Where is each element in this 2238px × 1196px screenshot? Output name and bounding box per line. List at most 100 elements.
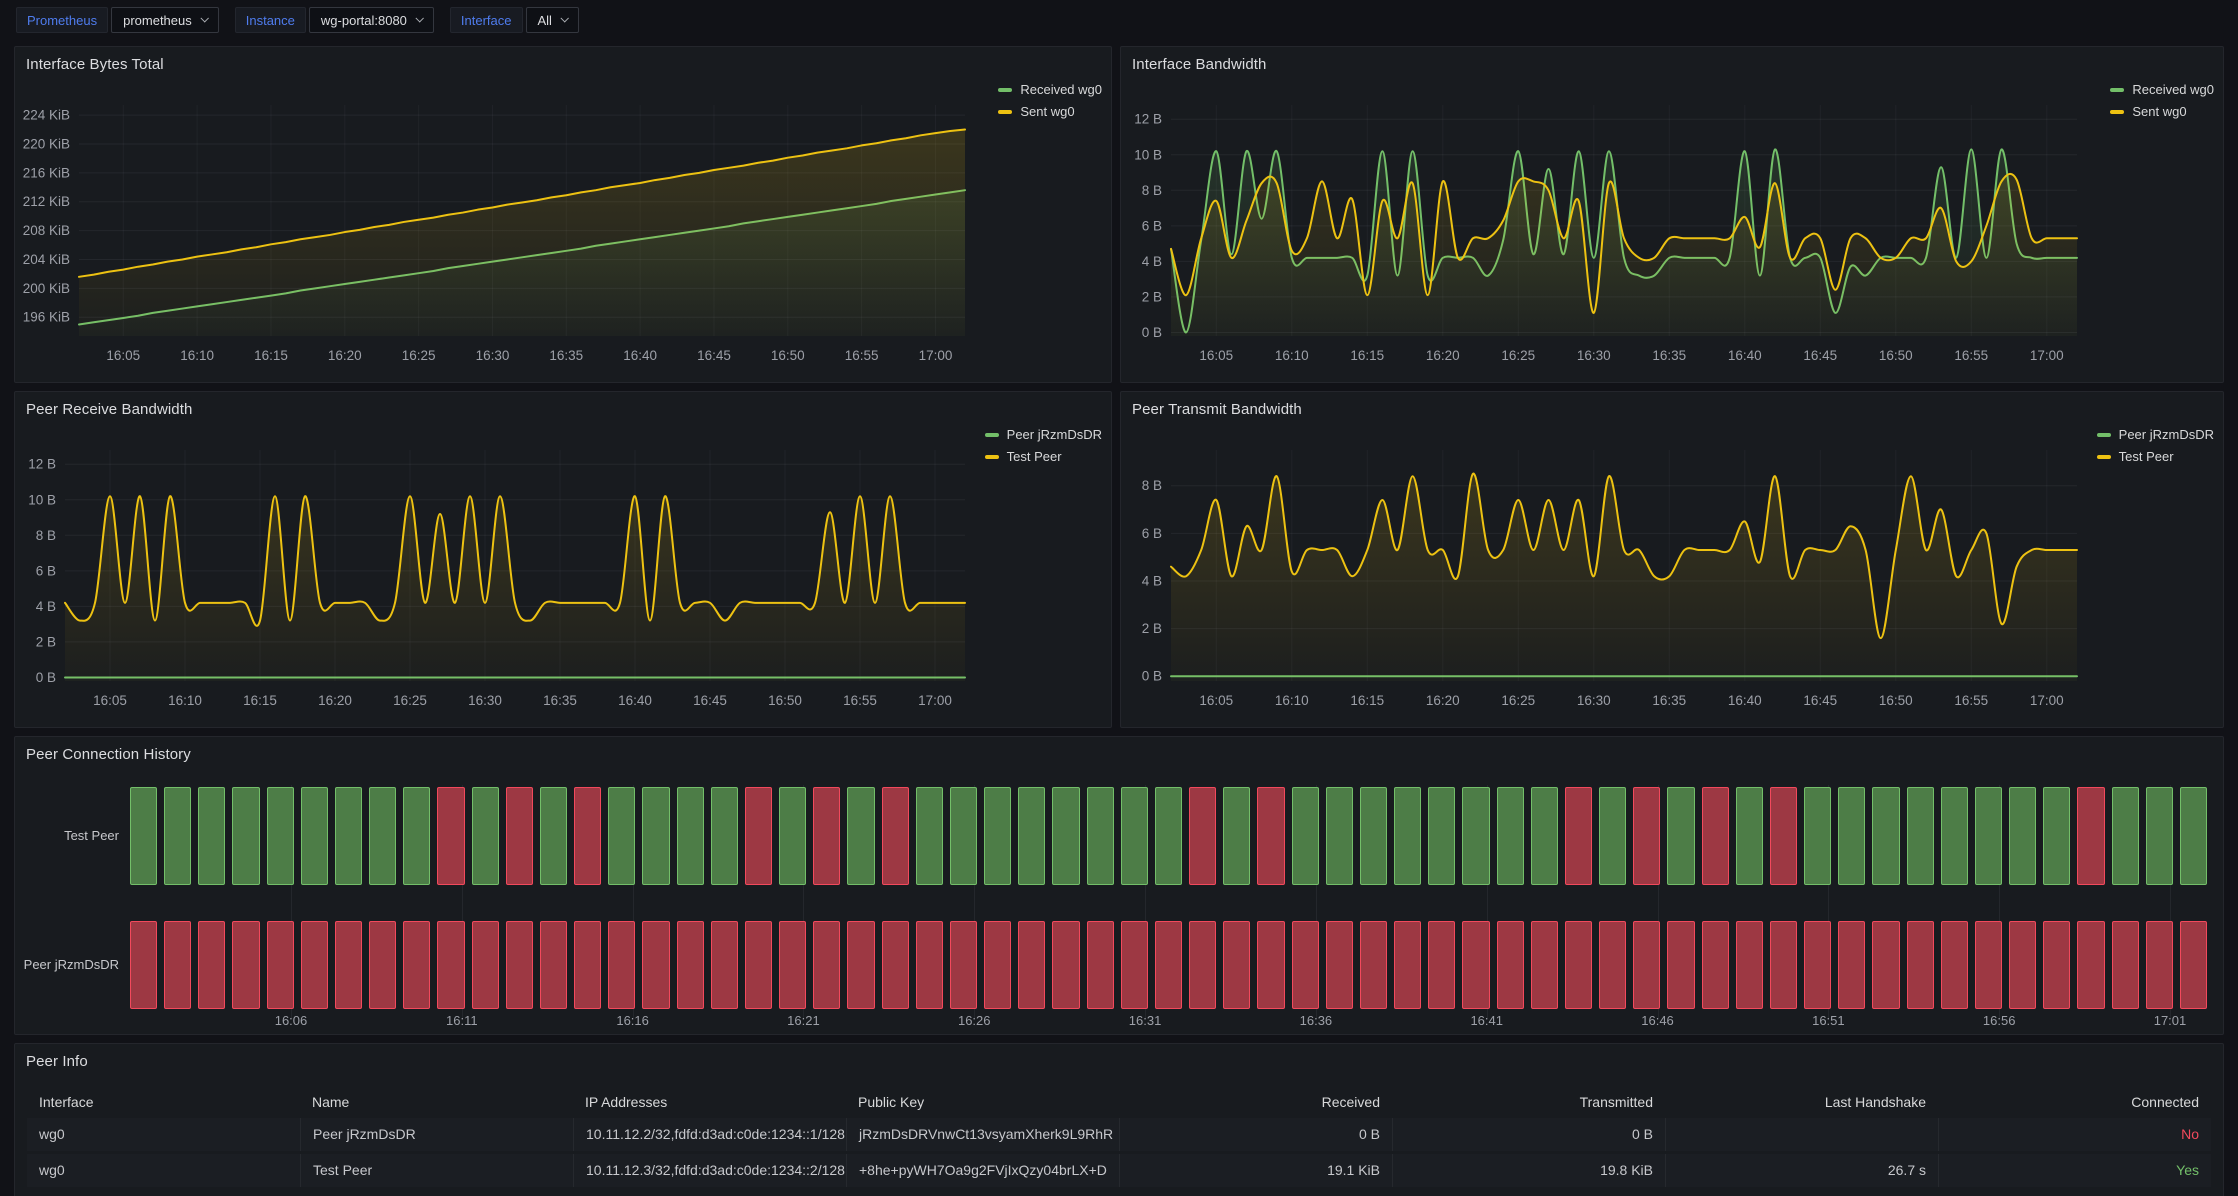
chart-legend: Peer jRzmDsDR Test Peer <box>2097 427 2214 471</box>
y-axis-tick-label: 4 B <box>1142 573 1162 588</box>
cell-ip-addresses: 10.11.12.3/32,fdfd:d3ad:c0de:1234::2/128 <box>573 1154 846 1187</box>
legend-series-label: Peer jRzmDsDR <box>1007 427 1102 442</box>
column-header-public-key[interactable]: Public Key <box>846 1086 1119 1118</box>
state-bar-disconnected <box>2112 921 2139 1009</box>
state-bar-disconnected <box>1975 921 2002 1009</box>
chart-legend: Received wg0 Sent wg0 <box>998 82 1102 126</box>
state-bar-connected <box>335 787 362 885</box>
var-select-prometheus[interactable]: prometheus <box>111 7 219 33</box>
y-axis-tick-label: 6 B <box>36 563 56 578</box>
x-axis-tick-label: 16:21 <box>787 1013 820 1028</box>
var-label-prometheus: Prometheus <box>16 7 108 33</box>
x-axis-tick-label: 16:20 <box>1426 693 1460 708</box>
x-axis-tick-label: 16:55 <box>845 348 879 363</box>
x-axis-tick-label: 16:15 <box>243 693 277 708</box>
cell-public-key: jRzmDsDRVnwCt13vsyamXherk9L9RhR <box>846 1118 1119 1151</box>
panel-title[interactable]: Peer Transmit Bandwidth <box>1132 401 1302 418</box>
table-row: wg0Peer jRzmDsDR10.11.12.2/32,fdfd:d3ad:… <box>27 1118 2211 1151</box>
legend-item[interactable]: Sent wg0 <box>2110 104 2214 119</box>
x-axis-tick-label: 16:35 <box>1652 348 1686 363</box>
timeline-row-label: Peer jRzmDsDR <box>15 957 119 972</box>
x-axis-tick-label: 17:01 <box>2154 1013 2187 1028</box>
y-axis-tick-label: 2 B <box>1142 289 1162 304</box>
cell-interface: wg0 <box>27 1154 300 1187</box>
x-axis-tick-label: 16:30 <box>476 348 510 363</box>
x-axis-tick-label: 16:15 <box>1350 348 1384 363</box>
legend-series-swatch <box>2097 455 2111 459</box>
x-axis-tick-label: 16:10 <box>1275 348 1309 363</box>
y-axis-tick-label: 4 B <box>1142 254 1162 269</box>
timeline-row-label: Test Peer <box>15 828 119 843</box>
state-bar-connected <box>1360 787 1387 885</box>
state-bar-disconnected <box>1838 921 1865 1009</box>
x-axis-tick-label: 16:20 <box>318 693 352 708</box>
x-axis-tick-label: 16:25 <box>393 693 427 708</box>
state-bar-disconnected <box>882 787 909 885</box>
legend-item[interactable]: Received wg0 <box>998 82 1102 97</box>
column-header-last-handshake[interactable]: Last Handshake <box>1665 1086 1938 1118</box>
panel-title[interactable]: Peer Info <box>26 1053 88 1070</box>
legend-series-label: Test Peer <box>1007 449 1062 464</box>
var-select-interface[interactable]: All <box>526 7 579 33</box>
state-bar-connected <box>1804 787 1831 885</box>
x-axis-tick-label: 16:30 <box>1577 348 1611 363</box>
x-axis-tick-label: 16:30 <box>468 693 502 708</box>
state-bar-disconnected <box>506 787 533 885</box>
state-bar-disconnected <box>437 787 464 885</box>
column-header-interface[interactable]: Interface <box>27 1086 300 1118</box>
panel-peer-info: Peer Info InterfaceNameIP AddressesPubli… <box>14 1043 2224 1196</box>
x-axis-tick-label: 16:55 <box>1954 693 1988 708</box>
legend-item[interactable]: Test Peer <box>985 449 1102 464</box>
state-bar-disconnected <box>1907 921 1934 1009</box>
state-bar-connected <box>711 787 738 885</box>
state-bar-connected <box>1326 787 1353 885</box>
legend-item[interactable]: Peer jRzmDsDR <box>2097 427 2214 442</box>
legend-item[interactable]: Sent wg0 <box>998 104 1102 119</box>
y-axis-tick-label: 196 KiB <box>23 310 70 325</box>
state-bar-disconnected <box>472 921 499 1009</box>
state-bar-disconnected <box>1121 921 1148 1009</box>
state-bar-connected <box>1292 787 1319 885</box>
state-bar-disconnected <box>1018 921 1045 1009</box>
panel-title[interactable]: Interface Bytes Total <box>26 56 164 73</box>
x-axis-tick-label: 16:15 <box>254 348 288 363</box>
state-bar-disconnected <box>2043 921 2070 1009</box>
chart-canvas[interactable]: 0 B2 B4 B6 B8 B16:0516:1016:1516:2016:25… <box>1121 392 2223 727</box>
legend-item[interactable]: Peer jRzmDsDR <box>985 427 1102 442</box>
state-bar-connected <box>950 787 977 885</box>
panel-title[interactable]: Interface Bandwidth <box>1132 56 1266 73</box>
chart-canvas[interactable]: 0 B2 B4 B6 B8 B10 B12 B16:0516:1016:1516… <box>1121 47 2223 382</box>
y-axis-tick-label: 2 B <box>36 634 56 649</box>
legend-item[interactable]: Test Peer <box>2097 449 2214 464</box>
x-axis-tick-label: 16:50 <box>768 693 802 708</box>
state-bar-disconnected <box>1565 787 1592 885</box>
peer-info-table: InterfaceNameIP AddressesPublic KeyRecei… <box>27 1086 2211 1190</box>
legend-item[interactable]: Received wg0 <box>2110 82 2214 97</box>
state-bar-connected <box>2043 787 2070 885</box>
y-axis-tick-label: 0 B <box>1142 669 1162 684</box>
cell-name: Peer jRzmDsDR <box>300 1118 573 1151</box>
state-bar-disconnected <box>574 921 601 1009</box>
x-axis-tick-label: 16:40 <box>618 693 652 708</box>
state-bar-disconnected <box>1497 921 1524 1009</box>
chart-canvas[interactable]: 0 B2 B4 B6 B8 B10 B12 B16:0516:1016:1516… <box>15 392 1111 727</box>
column-header-connected[interactable]: Connected <box>1938 1086 2211 1118</box>
state-bar-connected <box>1087 787 1114 885</box>
state-bar-connected <box>2180 787 2207 885</box>
state-bar-disconnected <box>1804 921 1831 1009</box>
state-bar-disconnected <box>540 921 567 1009</box>
x-axis-tick-label: 16:10 <box>168 693 202 708</box>
column-header-transmitted[interactable]: Transmitted <box>1392 1086 1665 1118</box>
x-axis-tick-label: 16:06 <box>275 1013 308 1028</box>
state-bar-disconnected <box>984 921 1011 1009</box>
column-header-name[interactable]: Name <box>300 1086 573 1118</box>
panel-title[interactable]: Peer Connection History <box>26 746 191 763</box>
state-bar-connected <box>1394 787 1421 885</box>
state-bar-connected <box>164 787 191 885</box>
state-bar-disconnected <box>130 921 157 1009</box>
var-select-instance[interactable]: wg-portal:8080 <box>309 7 434 33</box>
panel-title[interactable]: Peer Receive Bandwidth <box>26 401 192 418</box>
column-header-received[interactable]: Received <box>1119 1086 1392 1118</box>
chart-canvas[interactable]: 196 KiB200 KiB204 KiB208 KiB212 KiB216 K… <box>15 47 1111 382</box>
column-header-ip-addresses[interactable]: IP Addresses <box>573 1086 846 1118</box>
